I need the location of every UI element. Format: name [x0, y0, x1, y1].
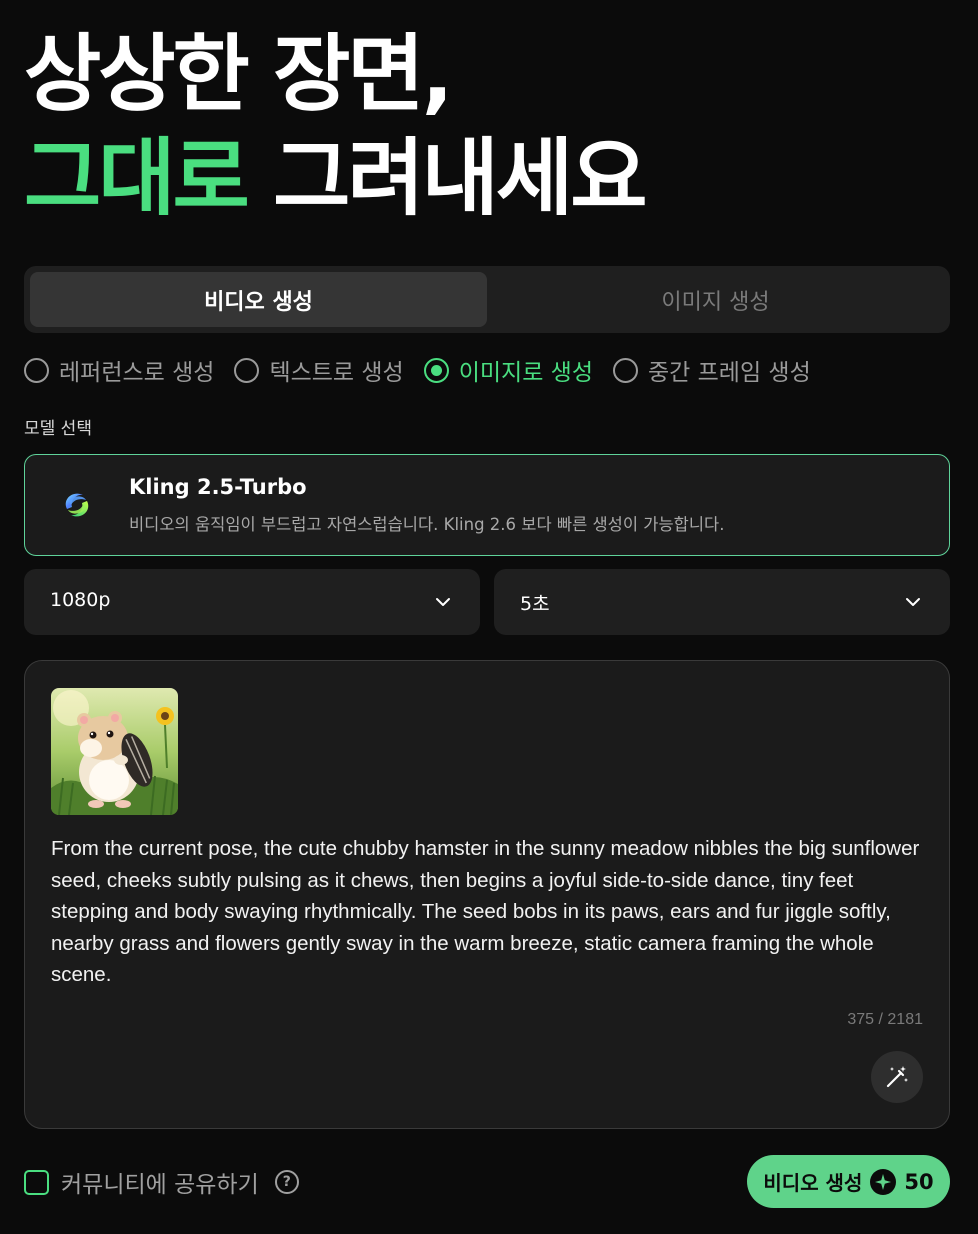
hero-headline: 상상한 장면, 그대로 그려내세요: [24, 22, 647, 230]
radio-text-mode[interactable]: 텍스트로 생성: [234, 353, 404, 387]
resolution-value: 1080p: [50, 589, 111, 611]
enhance-prompt-button[interactable]: [871, 1051, 923, 1103]
radio-label: 텍스트로 생성: [269, 360, 404, 386]
radio-circle-icon: [24, 357, 49, 383]
generation-mode-radios: 레퍼런스로 생성 텍스트로 생성 이미지로 생성 중간 프레임 생성: [24, 352, 811, 388]
hamster-image: [51, 688, 178, 815]
share-community-toggle[interactable]: 커뮤니티에 공유하기 ?: [24, 1165, 299, 1199]
generation-type-tabs: 비디오 생성 이미지 생성: [24, 266, 950, 333]
model-description: 비디오의 움직임이 부드럽고 자연스럽습니다. Kling 2.6 보다 빠른 …: [129, 515, 725, 534]
reference-image-thumbnail[interactable]: [51, 688, 178, 815]
generate-button-label: 비디오 생성: [763, 1171, 863, 1195]
resolution-select[interactable]: 1080p: [24, 569, 480, 635]
model-section-label: 모델 선택: [24, 419, 92, 439]
model-name: Kling 2.5-Turbo: [129, 475, 307, 499]
character-counter: 375 / 2181: [847, 1011, 923, 1028]
radio-image-mode[interactable]: 이미지로 생성: [423, 353, 593, 387]
tab-video-generation[interactable]: 비디오 생성: [30, 272, 487, 327]
radio-circle-icon: [234, 357, 260, 383]
share-label: 커뮤니티에 공유하기: [61, 1172, 259, 1198]
radio-selected-icon: [423, 357, 449, 383]
radio-label: 이미지로 생성: [458, 360, 593, 386]
help-icon[interactable]: ?: [274, 1170, 299, 1194]
kling-logo-icon: [65, 493, 89, 517]
hero-accent-text: 그대로: [24, 129, 250, 227]
generate-video-button[interactable]: 비디오 생성 50: [747, 1155, 950, 1208]
hero-line-1: 상상한 장면,: [24, 25, 454, 123]
radio-reference-mode[interactable]: 레퍼런스로 생성: [24, 353, 214, 387]
hero-line-2: 그대로 그려내세요: [24, 126, 647, 230]
prompt-editor[interactable]: From the current pose, the cute chubby h…: [24, 660, 950, 1129]
duration-select[interactable]: 5초: [494, 569, 950, 635]
tab-image-generation[interactable]: 이미지 생성: [487, 272, 944, 327]
radio-label: 레퍼런스로 생성: [59, 360, 215, 386]
credit-sparkle-icon: [870, 1168, 897, 1195]
prompt-text[interactable]: From the current pose, the cute chubby h…: [51, 833, 931, 991]
hero-rest-text: 그려내세요: [246, 129, 647, 227]
radio-label: 중간 프레임 생성: [648, 360, 811, 386]
chevron-down-icon: [436, 598, 450, 606]
share-checkbox[interactable]: [24, 1169, 49, 1195]
credit-cost: 50: [904, 1169, 934, 1194]
radio-circle-icon: [613, 357, 638, 383]
chevron-down-icon: [906, 598, 920, 606]
model-selector-card[interactable]: Kling 2.5-Turbo 비디오의 움직임이 부드럽고 자연스럽습니다. …: [24, 454, 950, 556]
duration-value: 5초: [520, 593, 550, 615]
radio-middle-frame-mode[interactable]: 중간 프레임 생성: [613, 353, 811, 387]
magic-wand-icon: [886, 1066, 908, 1088]
